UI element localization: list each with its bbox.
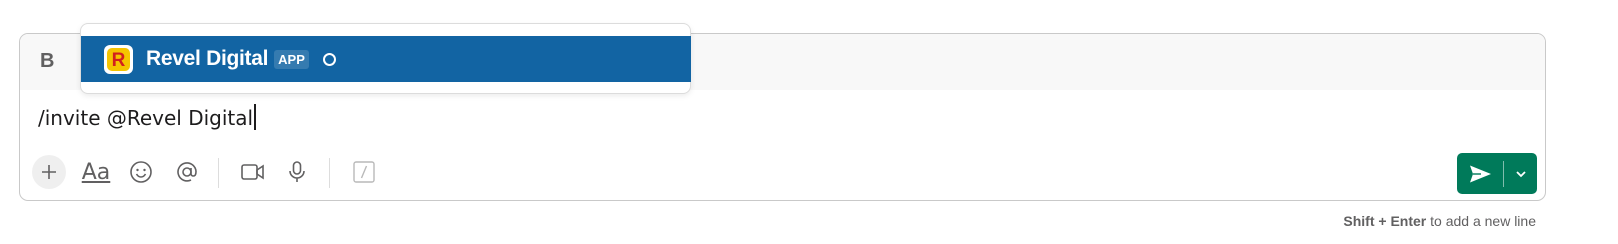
- text-caret: [254, 104, 257, 130]
- attach-plus-button[interactable]: [32, 155, 66, 189]
- message-input[interactable]: /invite @Revel Digital: [38, 104, 257, 130]
- microphone-icon: [289, 161, 305, 182]
- plus-icon: [42, 165, 56, 179]
- send-arrow-icon: [1470, 165, 1491, 182]
- mention-button[interactable]: [170, 155, 204, 189]
- app-logo-icon: R: [104, 44, 133, 74]
- slash-command-icon: [353, 161, 375, 183]
- at-sign-icon: [177, 162, 197, 182]
- hint-text: to add a new line: [1426, 213, 1536, 229]
- autocomplete-item[interactable]: R Revel Digital APP: [81, 36, 691, 82]
- shortcuts-button[interactable]: [347, 155, 381, 189]
- composer-actions: Aa: [32, 155, 1545, 193]
- schedule-send-dropdown[interactable]: [1504, 153, 1537, 194]
- video-camera-icon: [241, 164, 264, 180]
- formatting-toggle-button[interactable]: Aa: [76, 155, 116, 189]
- svg-text:R: R: [112, 50, 126, 71]
- message-text: /invite @Revel Digital: [38, 106, 254, 130]
- audio-clip-button[interactable]: [280, 155, 314, 189]
- emoji-icon: [130, 161, 152, 183]
- app-name: Revel Digital: [146, 47, 269, 70]
- app-badge: APP: [274, 49, 309, 69]
- autocomplete-popup: R Revel Digital APP: [80, 23, 691, 94]
- toolbar-divider: [218, 158, 219, 188]
- chevron-down-icon: [1515, 170, 1526, 177]
- send-button[interactable]: [1457, 153, 1503, 194]
- newline-hint: Shift + Enter to add a new line: [1343, 213, 1536, 229]
- video-clip-button[interactable]: [236, 155, 270, 189]
- send-button-group: [1457, 153, 1537, 194]
- emoji-button[interactable]: [124, 155, 158, 189]
- hint-keys: Shift + Enter: [1343, 213, 1427, 229]
- toolbar-divider: [329, 158, 330, 188]
- presence-status-icon: [322, 52, 336, 66]
- bold-button[interactable]: B: [40, 50, 54, 73]
- revel-logo-icon: R: [107, 47, 130, 71]
